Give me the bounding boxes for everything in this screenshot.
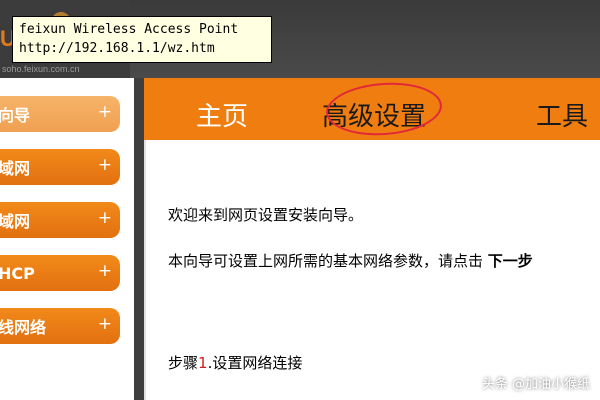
tab-home[interactable]: 主页 (196, 96, 248, 133)
watermark: 头条 @加油小猴纸 (481, 377, 590, 392)
sidebar-item-label: 域网 (0, 159, 31, 178)
next-step-link[interactable]: 下一步 (488, 252, 533, 270)
plus-icon: + (97, 208, 112, 228)
step-1-text: 步骤1.设置网络连接 (168, 352, 302, 373)
sidebar-item-wireless[interactable]: 线网络 + (0, 308, 120, 344)
tab-tools[interactable]: 工具 (536, 96, 588, 133)
sidebar-item-dhcp[interactable]: HCP + (0, 255, 120, 291)
plus-icon: + (97, 314, 112, 334)
plus-icon: + (97, 261, 112, 281)
step-prefix: 步骤 (168, 354, 199, 372)
instruction-text: 本向导可设置上网所需的基本网络参数，请点击 下一步 (168, 250, 533, 271)
tooltip: feixun Wireless Access Point http://192.… (12, 16, 272, 63)
step-number: 1 (198, 354, 208, 372)
sidebar-divider (134, 78, 144, 400)
tooltip-url: http://192.168.1.1/wz.htm (19, 41, 215, 56)
sidebar-item-label: 向导 (0, 106, 31, 125)
plus-icon: + (97, 102, 112, 122)
sidebar-item-wan[interactable]: 域网 + (0, 202, 120, 238)
sidebar-item-label: 线网络 (0, 318, 47, 337)
sidebar-item-lan[interactable]: 域网 + (0, 149, 120, 185)
sidebar-item-label: 域网 (0, 212, 31, 231)
tooltip-title: feixun Wireless Access Point (19, 22, 239, 37)
step-label: .设置网络连接 (207, 354, 303, 372)
sidebar: 向导 + 域网 + 域网 + HCP + 线网络 + (0, 78, 134, 400)
sidebar-item-label: HCP (0, 263, 35, 283)
logo-subtitle: soho.feixun.com.cn (2, 64, 80, 74)
instruction-body: 本向导可设置上网所需的基本网络参数，请点击 (168, 252, 484, 270)
sidebar-item-wizard[interactable]: 向导 + (0, 96, 120, 132)
welcome-text: 欢迎来到网页设置安装向导。 (168, 206, 364, 224)
plus-icon: + (97, 155, 112, 175)
main-content: 欢迎来到网页设置安装向导。 本向导可设置上网所需的基本网络参数，请点击 下一步 … (144, 140, 600, 400)
